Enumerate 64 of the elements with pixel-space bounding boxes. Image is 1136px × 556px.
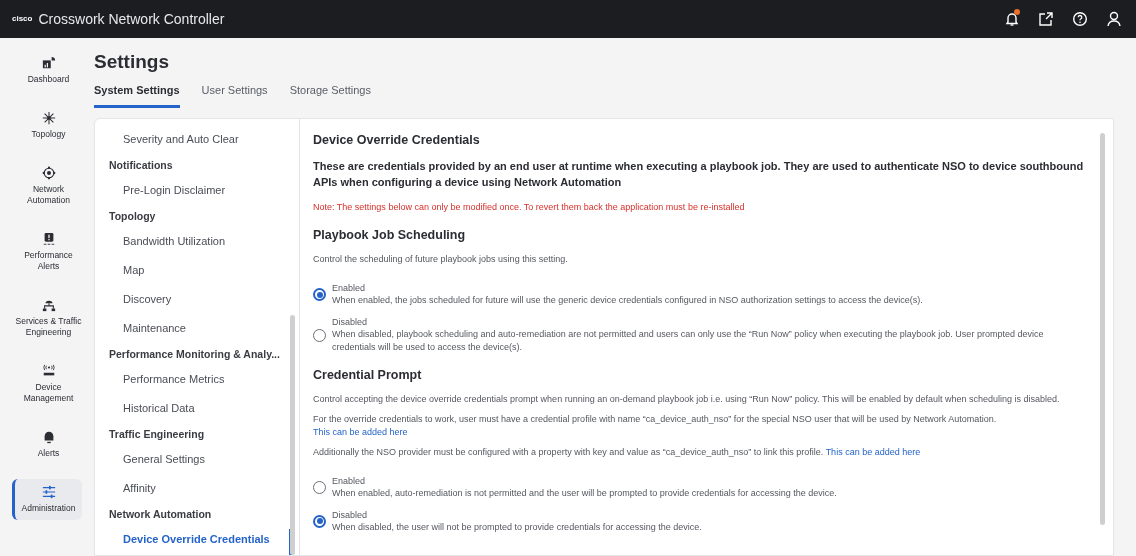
radio-button[interactable] <box>313 288 326 301</box>
link[interactable]: This can be added here <box>825 446 921 457</box>
option-label: Disabled <box>332 316 369 328</box>
app-title: Crosswork Network Controller <box>38 9 225 29</box>
radio-button[interactable] <box>313 514 326 528</box>
link[interactable]: This can be added here <box>313 426 408 437</box>
notification-button[interactable] <box>1004 11 1020 27</box>
paragraph: For the override credentials to work, user must have a credential profile with name “ca_device_auth_nso” for the special NSO user that will be used by Network Automation. This can be added here <box>313 412 998 439</box>
nav-item[interactable]: Performance Metrics <box>109 365 299 394</box>
nav-group-heading: Performance Monitoring & Analy... <box>109 347 281 362</box>
chart-icon <box>41 56 56 70</box>
paragraph: Control the scheduling of future playbook jobs using this setting. <box>313 253 569 266</box>
page-title: Settings <box>94 50 170 74</box>
rail-item[interactable]: Services & Traffic Engineering <box>12 292 82 344</box>
content-title: Device Override Credentials <box>313 132 481 149</box>
bell-icon <box>1004 11 1020 27</box>
logo: cisco <box>12 15 33 23</box>
rail-item[interactable]: Performance Alerts <box>12 226 82 278</box>
target-icon <box>41 166 56 180</box>
paragraph: Control accepting the device override credentials prompt when running an on-demand playbook job i.e. using “Run Now” policy. This will be enabled by default when scheduling is disabled. <box>313 392 1061 406</box>
user-button[interactable] <box>1106 11 1122 27</box>
tab[interactable]: Storage Settings <box>289 81 371 108</box>
device-icon <box>41 364 56 378</box>
section-title: Playbook Job Scheduling <box>313 227 467 245</box>
nav-group-heading: Network Automation <box>109 507 213 522</box>
tab[interactable]: System Settings <box>94 81 180 108</box>
nav-item[interactable]: Map <box>109 256 299 285</box>
option-description: When enabled, the jobs scheduled for future will use the generic device credentials configured in NSO authorization settings to access the device(s). <box>332 294 923 307</box>
option-description: When disabled, the user will not be prompted to provide credentials for accessing the device. <box>332 520 702 534</box>
nav-item[interactable]: Bandwidth Utilization <box>109 227 299 256</box>
network-icon <box>41 111 56 125</box>
nav-item[interactable]: General Settings <box>109 445 299 474</box>
nav-group-heading: Topology <box>109 209 157 224</box>
external-link-button[interactable] <box>1038 11 1054 27</box>
scrollbar[interactable] <box>1100 133 1105 525</box>
hierarchy-icon <box>41 298 56 312</box>
rail-item[interactable]: Network Automation <box>12 160 82 212</box>
option-description: When disabled, playbook scheduling and auto-remediation are not permitted and users can only use the “Run Now” policy when executing the playbook job. User prompted device credentials will be used to access the device(s). <box>332 328 1045 354</box>
tab[interactable]: User Settings <box>201 81 268 108</box>
option-label: Enabled <box>332 474 367 487</box>
warning-note: Note: The settings below can only be modified once. To revert them back the application must be re-installed <box>313 200 746 214</box>
nav-item[interactable]: Severity and Auto Clear <box>109 125 299 154</box>
alert-icon <box>41 232 56 246</box>
description: These are credentials provided by an end user at runtime when executing a playbook job. They are used to authenticate NSO to device southbound APIs when configuring a device using Network Automation <box>313 158 1085 190</box>
nav-item[interactable]: Maintenance <box>109 314 299 343</box>
rail-item[interactable]: Alerts <box>12 424 82 465</box>
section-title: Credential Prompt <box>313 367 423 384</box>
scrollbar[interactable] <box>290 315 295 555</box>
help-button[interactable] <box>1072 11 1088 27</box>
nav-group-heading: Traffic Engineering <box>109 427 206 442</box>
option-description: When enabled, auto-remediation is not permitted and the user will be prompted to provide credentials for accessing the device. <box>332 486 837 500</box>
option-label: Disabled <box>332 508 369 521</box>
rail-item[interactable]: Dashboard <box>12 50 82 91</box>
paragraph: Additionally the NSO provider must be configured with a property with key and value as “ca_device_auth_nso” to link this profile. This can be added here <box>313 445 922 459</box>
sliders-icon <box>41 485 56 499</box>
nav-group-heading: Notifications <box>109 158 174 173</box>
rail-item[interactable]: Topology <box>12 105 82 146</box>
nav-item[interactable]: Discovery <box>109 285 299 314</box>
rail-item[interactable]: Device Management <box>12 358 82 410</box>
rail-item[interactable]: Administration <box>12 479 82 520</box>
nav-item[interactable]: Historical Data <box>109 394 299 423</box>
option-label: Enabled <box>332 282 367 294</box>
nav-item[interactable]: Affinity <box>109 474 299 503</box>
nav-item[interactable]: Pre-Login Disclaimer <box>109 176 299 205</box>
